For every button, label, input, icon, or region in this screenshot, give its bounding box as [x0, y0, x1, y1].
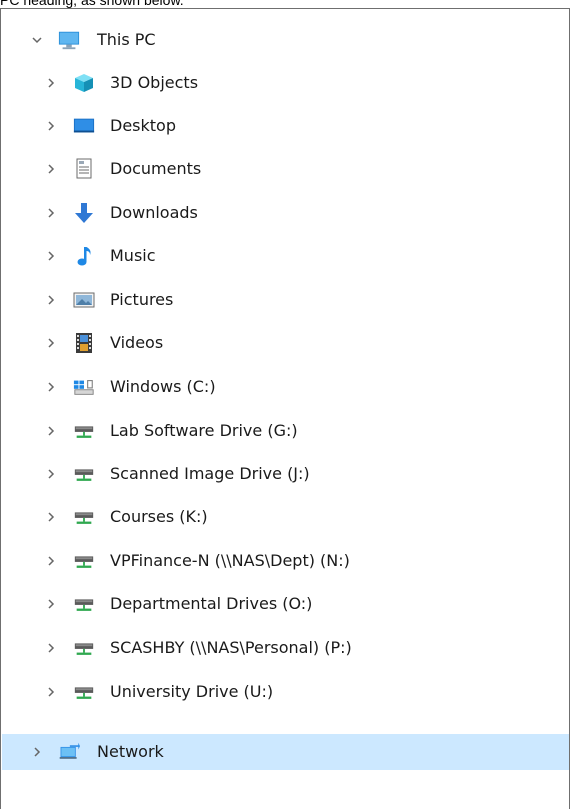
tree-item-vpfinance-n[interactable]: VPFinance-N (\\NAS\Dept) (N:): [2, 544, 569, 578]
chevron-right-icon[interactable]: [44, 510, 58, 524]
tree-item-label: Courses (K:): [110, 507, 208, 526]
music-icon: [73, 245, 95, 267]
network-drive-icon: [73, 593, 95, 615]
tree-item-3d-objects[interactable]: 3D Objects: [2, 66, 569, 100]
tree-item-pictures[interactable]: Pictures: [2, 283, 569, 317]
tree-item-label: Music: [110, 246, 156, 265]
tree-item-scashby[interactable]: SCASHBY (\\NAS\Personal) (P:): [2, 631, 569, 665]
chevron-right-icon[interactable]: [44, 336, 58, 350]
chevron-right-icon[interactable]: [44, 162, 58, 176]
tree-item-label: Pictures: [110, 290, 174, 309]
pictures-icon: [73, 289, 95, 311]
tree-item-label: SCASHBY (\\NAS\Personal) (P:): [110, 638, 352, 657]
tree-item-label: Videos: [110, 333, 164, 352]
chevron-right-icon[interactable]: [44, 293, 58, 307]
chevron-right-icon[interactable]: [44, 76, 58, 90]
chevron-right-icon[interactable]: [44, 206, 58, 220]
network-drive-icon: [73, 637, 95, 659]
chevron-right-icon[interactable]: [44, 554, 58, 568]
videos-icon: [73, 332, 95, 354]
navigation-pane: This PC 3D Objects Desktop Documents Dow…: [0, 8, 570, 809]
tree-item-network[interactable]: Network: [2, 734, 569, 770]
network-drive-icon: [73, 681, 95, 703]
tree-item-documents[interactable]: Documents: [2, 152, 569, 186]
chevron-right-icon[interactable]: [44, 249, 58, 263]
tree-item-lab-software-drive[interactable]: Lab Software Drive (G:): [2, 414, 569, 448]
tree-item-windows-c[interactable]: Windows (C:): [2, 370, 569, 404]
chevron-down-icon[interactable]: [30, 33, 44, 47]
chevron-right-icon[interactable]: [44, 641, 58, 655]
chevron-right-icon[interactable]: [44, 467, 58, 481]
chevron-right-icon[interactable]: [30, 745, 44, 759]
network-drive-icon: [73, 506, 95, 528]
windows-drive-icon: [73, 376, 95, 398]
chevron-right-icon[interactable]: [44, 119, 58, 133]
tree-item-videos[interactable]: Videos: [2, 326, 569, 360]
tree-item-label: Downloads: [110, 203, 198, 222]
chevron-right-icon[interactable]: [44, 380, 58, 394]
tree-item-desktop[interactable]: Desktop: [2, 109, 569, 143]
tree-item-label: Documents: [110, 159, 202, 178]
computer-icon: [58, 29, 80, 51]
documents-icon: [73, 158, 95, 180]
tree-item-scanned-image-drive[interactable]: Scanned Image Drive (J:): [2, 457, 569, 491]
tree-item-label: Departmental Drives (O:): [110, 594, 313, 613]
network-drive-icon: [73, 463, 95, 485]
network-icon: [58, 741, 80, 763]
tree-item-label: Windows (C:): [110, 377, 216, 396]
tree-item-this-pc[interactable]: This PC: [2, 23, 569, 57]
tree-item-courses[interactable]: Courses (K:): [2, 500, 569, 534]
tree-item-label: VPFinance-N (\\NAS\Dept) (N:): [110, 551, 350, 570]
3d-objects-icon: [73, 72, 95, 94]
tree-item-label: Scanned Image Drive (J:): [110, 464, 310, 483]
tree-item-departmental-drives[interactable]: Departmental Drives (O:): [2, 587, 569, 621]
tree-item-label: 3D Objects: [110, 73, 199, 92]
tree-item-label: Desktop: [110, 116, 176, 135]
tree-item-label: Lab Software Drive (G:): [110, 421, 298, 440]
chevron-right-icon[interactable]: [44, 685, 58, 699]
tree-item-label: This PC: [97, 30, 156, 49]
chevron-right-icon[interactable]: [44, 597, 58, 611]
chevron-right-icon[interactable]: [44, 424, 58, 438]
tree-item-label: University Drive (U:): [110, 682, 274, 701]
network-drive-icon: [73, 420, 95, 442]
tree-item-downloads[interactable]: Downloads: [2, 196, 569, 230]
tree-item-music[interactable]: Music: [2, 239, 569, 273]
tree-item-label: Network: [97, 742, 164, 761]
tree-item-university-drive[interactable]: University Drive (U:): [2, 675, 569, 709]
desktop-icon: [73, 115, 95, 137]
network-drive-icon: [73, 550, 95, 572]
downloads-icon: [73, 202, 95, 224]
